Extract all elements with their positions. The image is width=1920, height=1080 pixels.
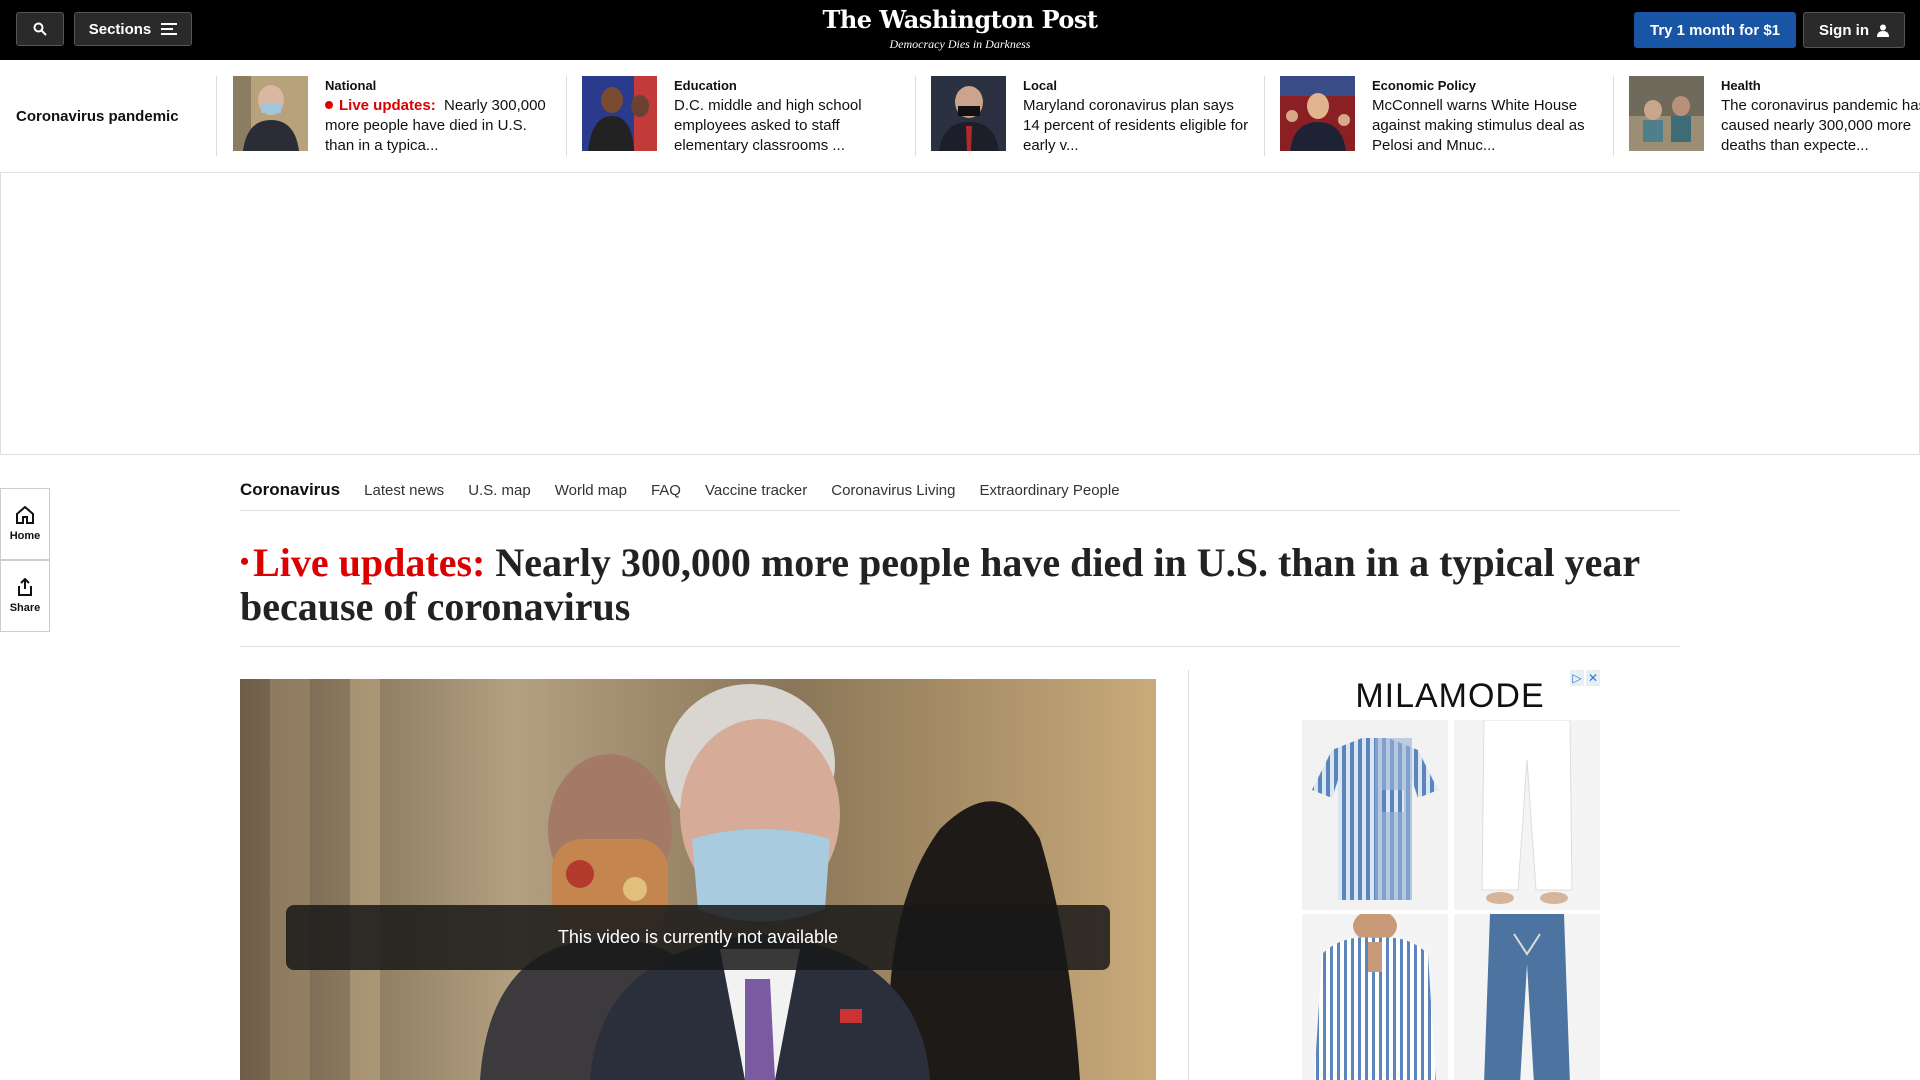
blue-pants-image (1454, 914, 1600, 1080)
strip-story[interactable]: Education D.C. middle and high school em… (566, 76, 916, 156)
subnav-item-vaccine-tracker[interactable]: Vaccine tracker (705, 482, 807, 499)
share-icon (18, 578, 32, 596)
ad-product-image[interactable] (1454, 914, 1600, 1080)
subnav-title[interactable]: Coronavirus (240, 480, 340, 500)
subnav-item-world-map[interactable]: World map (555, 482, 627, 499)
video-player[interactable]: This video is currently not available (240, 679, 1156, 1080)
top-bar: Sections The Washington Post Democracy D… (0, 0, 1920, 60)
story-kicker: Education (674, 78, 737, 93)
divider (240, 646, 1680, 647)
video-still (240, 679, 1156, 1080)
live-label: Live updates: (339, 97, 436, 114)
sign-in-button[interactable]: Sign in (1803, 12, 1905, 48)
story-thumbnail (233, 76, 308, 151)
menu-icon (161, 23, 178, 35)
ad-choices-icon[interactable]: ▷ (1570, 670, 1584, 686)
ad-close-icon[interactable]: ✕ (1586, 670, 1600, 686)
story-thumbnail (1280, 76, 1355, 151)
striped-shirt-image (1312, 738, 1438, 900)
home-label: Home (9, 530, 41, 542)
white-pants-image (1454, 720, 1600, 910)
story-headline[interactable]: Maryland coronavirus plan says 14 percen… (1023, 96, 1249, 156)
story-kicker: Economic Policy (1372, 78, 1477, 93)
share-button[interactable]: Share (0, 560, 50, 632)
advertisement[interactable]: MILAMODE ▷ ✕ (1300, 670, 1600, 1080)
story-kicker: Health (1721, 78, 1761, 93)
share-label: Share (9, 602, 41, 614)
strip-story[interactable]: National Live updates: Nearly 300,000 mo… (217, 76, 567, 156)
story-kicker: National (325, 78, 377, 93)
headline-live-label: Live updates: (253, 540, 486, 585)
ad-product-image[interactable] (1302, 914, 1448, 1080)
sign-in-label: Sign in (1819, 21, 1869, 39)
topic-strip: Coronavirus pandemic National Live updat… (0, 60, 1920, 173)
site-tagline: Democracy Dies in Darkness (889, 37, 1031, 51)
story-thumbnail (931, 76, 1006, 151)
top-ad-slot (0, 172, 1920, 455)
subnav-item-faq[interactable]: FAQ (651, 482, 681, 499)
coronavirus-subnav: Coronavirus Latest news U.S. map World m… (240, 470, 1680, 511)
sections-label: Sections (88, 20, 152, 38)
strip-story[interactable]: Economic Policy McConnell warns White Ho… (1264, 76, 1614, 156)
home-icon (16, 506, 34, 524)
ad-product-image[interactable] (1302, 720, 1448, 910)
strip-story[interactable]: Local Maryland coronavirus plan says 14 … (915, 76, 1265, 156)
story-thumbnail (1629, 76, 1704, 151)
divider (1188, 670, 1189, 1080)
story-headline[interactable]: McConnell warns White House against maki… (1372, 96, 1598, 156)
live-dot-icon (325, 101, 333, 109)
striped-shirt-model-image (1302, 914, 1448, 1080)
live-dot-icon: • (240, 547, 250, 576)
article-headline: • Live updates: Nearly 300,000 more peopl… (240, 540, 1680, 629)
story-headline[interactable]: D.C. middle and high school employees as… (674, 96, 900, 156)
subscribe-trial-button[interactable]: Try 1 month for $1 (1634, 12, 1796, 48)
user-icon (1877, 24, 1889, 37)
subnav-item-us-map[interactable]: U.S. map (468, 482, 531, 499)
search-button[interactable] (16, 12, 64, 46)
strip-title[interactable]: Coronavirus pandemic (16, 108, 179, 125)
subnav-item-extraordinary-people[interactable]: Extraordinary People (979, 482, 1119, 499)
story-thumbnail (582, 76, 657, 151)
story-headline[interactable]: Live updates: Nearly 300,000 more people… (325, 96, 551, 156)
story-headline[interactable]: The coronavirus pandemic has caused near… (1721, 96, 1920, 156)
subnav-item-latest-news[interactable]: Latest news (364, 482, 444, 499)
video-unavailable-message: This video is currently not available (286, 905, 1110, 970)
ad-choices[interactable]: ▷ ✕ (1570, 670, 1600, 686)
masthead[interactable]: The Washington Post Democracy Dies in Da… (760, 6, 1160, 52)
search-icon (33, 22, 47, 36)
strip-story[interactable]: Health The coronavirus pandemic has caus… (1613, 76, 1920, 156)
story-kicker: Local (1023, 78, 1057, 93)
home-button[interactable]: Home (0, 488, 50, 560)
ad-product-image[interactable] (1454, 720, 1600, 910)
site-logo[interactable]: The Washington Post (760, 6, 1160, 34)
sections-button[interactable]: Sections (74, 12, 192, 46)
subnav-item-coronavirus-living[interactable]: Coronavirus Living (831, 482, 955, 499)
ad-brand-name: MILAMODE (1355, 677, 1545, 715)
